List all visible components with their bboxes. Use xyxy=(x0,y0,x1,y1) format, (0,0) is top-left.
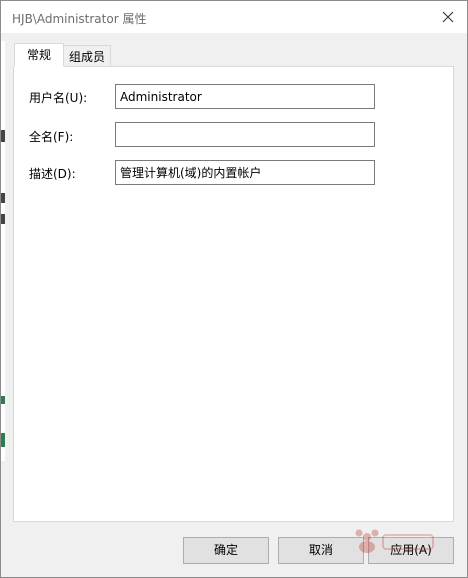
title-bar: HJB\Administrator 属性 xyxy=(1,1,467,33)
description-label: 描述(D): xyxy=(29,167,76,181)
general-tab-panel: 用户名(U): 全名(F): 描述(D): xyxy=(13,66,454,522)
username-label: 用户名(U): xyxy=(29,91,88,105)
background-mark xyxy=(1,214,5,224)
window-title: HJB\Administrator 属性 xyxy=(12,12,147,26)
ok-button[interactable]: 确定 xyxy=(183,537,269,564)
fullname-field[interactable] xyxy=(115,122,375,147)
description-field[interactable] xyxy=(115,160,375,185)
tab-label: 组成员 xyxy=(68,50,105,64)
tab-general[interactable]: 常规 xyxy=(14,43,64,67)
fullname-label: 全名(F): xyxy=(29,130,74,144)
background-mark xyxy=(1,193,5,203)
apply-button[interactable]: 应用(A) xyxy=(368,537,454,564)
background-mark xyxy=(1,433,5,447)
close-button[interactable] xyxy=(435,4,461,30)
cancel-button[interactable]: 取消 xyxy=(278,537,364,564)
close-icon xyxy=(442,11,454,23)
background-mark xyxy=(1,396,5,404)
tab-label: 常规 xyxy=(26,48,51,62)
username-field[interactable] xyxy=(115,84,375,109)
tab-member-of[interactable]: 组成员 xyxy=(63,45,111,67)
background-window-edge xyxy=(1,41,5,461)
properties-dialog: HJB\Administrator 属性 组成员 常规 用户名(U): 全名(F… xyxy=(0,0,468,578)
background-mark xyxy=(1,130,5,142)
